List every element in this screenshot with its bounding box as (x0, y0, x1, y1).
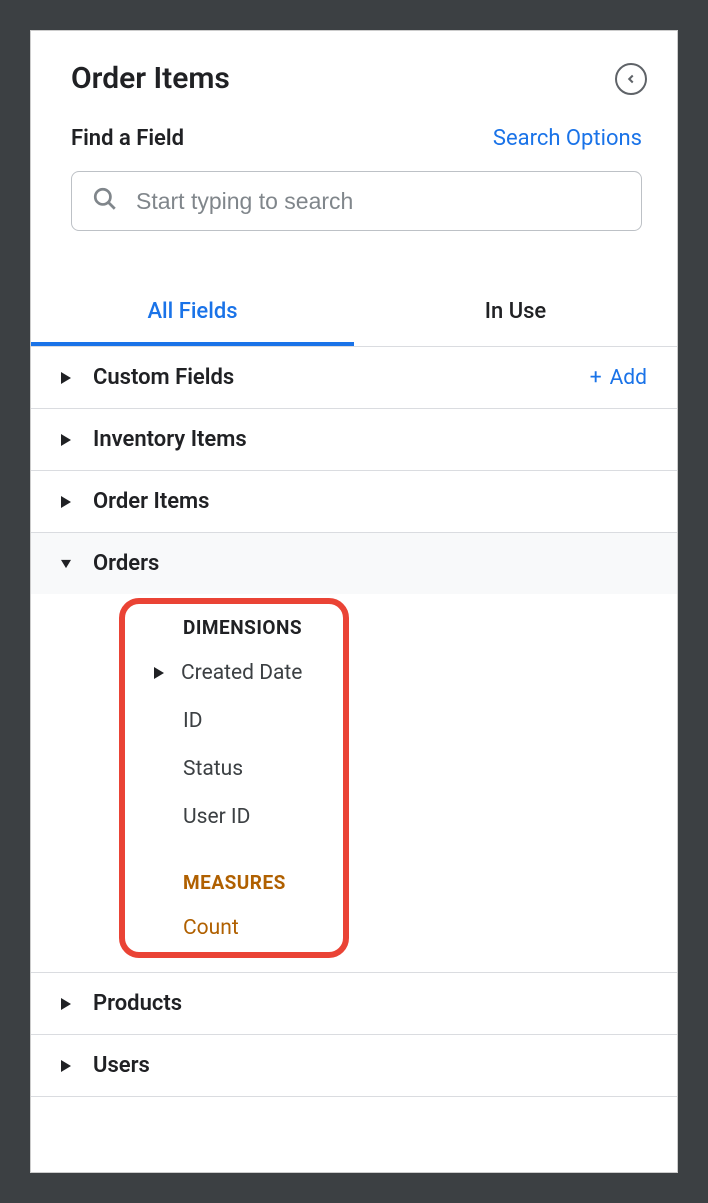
caret-right-icon (59, 372, 73, 384)
section-label: Order Items (93, 489, 647, 514)
search-options-link[interactable]: Search Options (493, 126, 642, 151)
field-label: ID (183, 709, 203, 733)
section-orders[interactable]: Orders (31, 533, 677, 594)
collapse-button[interactable] (615, 63, 647, 95)
panel-title: Order Items (71, 61, 230, 96)
section-order-items[interactable]: Order Items (31, 471, 677, 533)
caret-right-icon (59, 998, 73, 1010)
field-created-date[interactable]: Created Date (31, 649, 677, 697)
caret-right-icon (59, 1060, 73, 1072)
add-custom-field-button[interactable]: + Add (590, 366, 647, 390)
tab-all-fields[interactable]: All Fields (31, 281, 354, 346)
field-picker-panel: Order Items Find a Field Search Options … (30, 30, 678, 1173)
section-label: Products (93, 991, 647, 1016)
dimensions-header: DIMENSIONS (31, 604, 677, 649)
measures-header: MEASURES (31, 859, 677, 904)
field-label: Created Date (181, 661, 302, 685)
section-label: Users (93, 1053, 647, 1078)
search-box[interactable] (71, 171, 642, 231)
field-id[interactable]: ID (31, 697, 677, 745)
section-label: Inventory Items (93, 427, 647, 452)
section-users[interactable]: Users (31, 1035, 677, 1097)
tabs: All Fields In Use (31, 281, 677, 347)
search-input[interactable] (136, 188, 621, 215)
field-label: Count (183, 916, 239, 940)
panel-header: Order Items (31, 31, 677, 106)
caret-right-icon (59, 434, 73, 446)
caret-right-icon (59, 496, 73, 508)
section-custom-fields[interactable]: Custom Fields + Add (31, 347, 677, 409)
field-status[interactable]: Status (31, 745, 677, 793)
section-label: Orders (93, 551, 647, 576)
field-user-id[interactable]: User ID (31, 793, 677, 841)
search-labels: Find a Field Search Options (71, 126, 642, 151)
find-field-label: Find a Field (71, 126, 184, 151)
caret-down-icon (59, 558, 73, 570)
search-icon (92, 186, 118, 216)
add-label: Add (610, 366, 647, 390)
tab-in-use[interactable]: In Use (354, 281, 677, 346)
plus-icon: + (590, 366, 602, 390)
field-count[interactable]: Count (31, 904, 677, 952)
section-label: Custom Fields (93, 365, 570, 390)
orders-content: DIMENSIONS Created Date ID Status User I… (31, 594, 677, 973)
field-label: Status (183, 757, 243, 781)
section-products[interactable]: Products (31, 973, 677, 1035)
chevron-left-icon (624, 72, 638, 86)
search-section: Find a Field Search Options (31, 106, 677, 261)
section-inventory-items[interactable]: Inventory Items (31, 409, 677, 471)
field-label: User ID (183, 805, 250, 829)
caret-right-icon (149, 667, 169, 679)
